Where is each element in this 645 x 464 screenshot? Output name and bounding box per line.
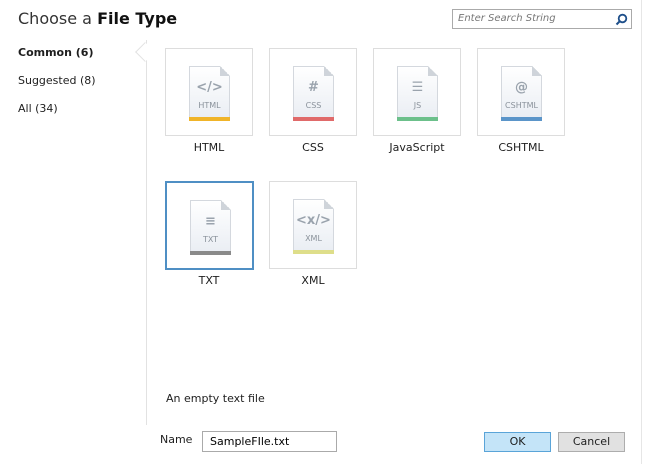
file-type-tile-txt[interactable]: ≡ TXT <box>165 181 254 270</box>
category-suggested[interactable]: Suggested (8) <box>18 74 96 87</box>
name-label: Name <box>160 433 193 446</box>
file-ext: CSHTML <box>505 101 538 110</box>
file-ext: CSS <box>305 101 322 110</box>
file-glyph: @ <box>515 80 528 95</box>
file-glyph: ☰ <box>411 80 424 95</box>
color-bar <box>293 117 334 121</box>
right-border <box>641 0 642 464</box>
file-type-tile-cshtml[interactable]: @ CSHTML <box>477 48 565 136</box>
file-type-label: CSS <box>302 141 324 154</box>
file-type-tile-javascript[interactable]: ☰ JS <box>373 48 461 136</box>
color-bar <box>397 117 438 121</box>
file-ext: XML <box>305 234 322 243</box>
file-icon: # CSS <box>293 66 334 121</box>
ok-button[interactable]: OK <box>484 432 551 452</box>
color-bar <box>189 117 230 121</box>
title-bold: File Type <box>97 9 178 28</box>
file-icon: ≡ TXT <box>190 200 231 255</box>
category-common[interactable]: Common (6) <box>18 46 93 59</box>
file-glyph: <x/> <box>296 213 331 228</box>
file-type-label: TXT <box>198 274 220 287</box>
file-icon: ☰ JS <box>397 66 438 121</box>
file-icon: <x/> XML <box>293 199 334 254</box>
file-ext: TXT <box>202 235 219 244</box>
title-prefix: Choose a <box>18 9 92 28</box>
file-type-label: CSHTML <box>498 141 544 154</box>
cancel-button[interactable]: Cancel <box>558 432 625 452</box>
selection-notch <box>135 42 155 62</box>
name-input[interactable] <box>202 431 337 452</box>
file-type-label: HTML <box>193 141 225 154</box>
file-glyph: ≡ <box>205 214 216 229</box>
color-bar <box>501 117 542 121</box>
file-ext: JS <box>413 101 422 110</box>
file-icon: @ CSHTML <box>501 66 542 121</box>
file-glyph: # <box>308 80 319 95</box>
search-placeholder: Enter Search String <box>458 13 556 24</box>
file-type-tile-css[interactable]: # CSS <box>269 48 357 136</box>
dialog-title: Choose a File Type <box>18 9 177 28</box>
file-type-label: XML <box>301 274 325 287</box>
file-glyph: </> <box>196 80 223 95</box>
category-all[interactable]: All (34) <box>18 102 58 115</box>
file-type-label: JavaScript <box>389 141 445 154</box>
search-input[interactable]: Enter Search String <box>452 9 632 29</box>
file-icon: </> HTML <box>189 66 230 121</box>
search-icon[interactable] <box>615 13 628 26</box>
color-bar <box>293 250 334 254</box>
file-type-tile-html[interactable]: </> HTML <box>165 48 253 136</box>
divider <box>146 40 147 425</box>
color-bar <box>190 251 231 255</box>
file-ext: HTML <box>198 101 221 110</box>
file-type-tile-xml[interactable]: <x/> XML <box>269 181 357 269</box>
file-type-description: An empty text file <box>166 392 265 405</box>
